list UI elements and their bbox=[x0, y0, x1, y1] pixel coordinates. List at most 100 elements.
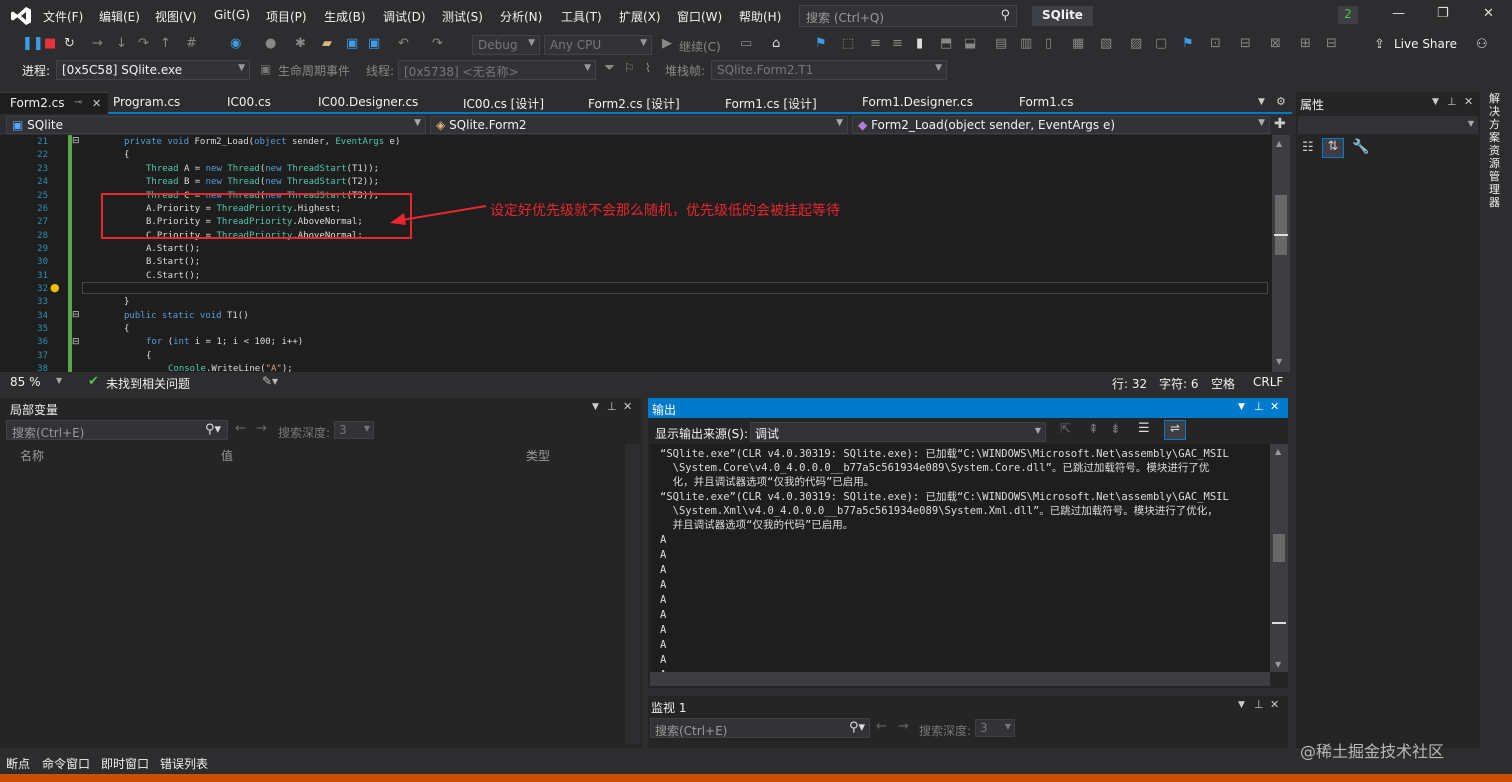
bookmark-icon[interactable]: ▮ bbox=[916, 36, 923, 51]
toolbar-item-icon[interactable]: ▧ bbox=[1100, 36, 1112, 51]
save-all-icon[interactable]: ▣ bbox=[368, 36, 380, 51]
comment-icon[interactable]: ▤ bbox=[995, 36, 1007, 51]
toolbar-item-icon[interactable]: ⊞ bbox=[1300, 36, 1311, 51]
line-indicator[interactable]: 行: 32 bbox=[1112, 375, 1147, 392]
menu-build[interactable]: 生成(B) bbox=[324, 8, 366, 25]
next-message-icon[interactable]: ⇟ bbox=[1110, 422, 1121, 437]
step-out-icon[interactable]: ↑ bbox=[160, 36, 171, 51]
word-wrap-icon[interactable]: ⇌ bbox=[1164, 420, 1186, 440]
indent-icon[interactable]: ≡ bbox=[870, 36, 881, 51]
tab-form1-cs[interactable]: Form1.cs bbox=[1019, 95, 1074, 109]
outdent-icon[interactable]: ≡ bbox=[892, 36, 903, 51]
clear-all-icon[interactable]: ☰ bbox=[1138, 421, 1150, 436]
bookmark-prev-icon[interactable]: ⬒ bbox=[940, 36, 952, 51]
output-vertical-scrollbar[interactable]: ▲ ▼ bbox=[1270, 444, 1288, 672]
stack-frame-select[interactable]: SQlite.Form2.T1 ▼ bbox=[711, 60, 947, 80]
close-icon[interactable]: ✕ bbox=[1270, 698, 1279, 711]
toolbar-item-icon[interactable]: ⊡ bbox=[1210, 36, 1221, 51]
tab-form1-design[interactable]: Form1.cs [设计] bbox=[725, 95, 817, 112]
open-file-icon[interactable]: ▰ bbox=[322, 36, 332, 51]
menu-git[interactable]: Git(G) bbox=[214, 8, 250, 22]
goto-location-icon[interactable]: ⇱ bbox=[1060, 422, 1071, 437]
live-share-button[interactable]: Live Share bbox=[1394, 37, 1457, 51]
code-editor[interactable]: 21 22 23 24 25 26 27 28 29 30 31 32 33 3… bbox=[0, 135, 1272, 372]
tab-ic00-cs[interactable]: IC00.cs bbox=[227, 95, 271, 109]
pin-icon[interactable]: ⊥ bbox=[1447, 95, 1457, 108]
tab-program-cs[interactable]: Program.cs bbox=[113, 95, 180, 109]
column-type[interactable]: 类型 bbox=[526, 447, 550, 464]
project-select[interactable]: ▣ SQlite ▼ bbox=[6, 116, 426, 134]
uncomment-icon[interactable]: ▥ bbox=[1020, 36, 1032, 51]
undo-icon[interactable]: ↶ bbox=[398, 36, 409, 51]
minimize-icon[interactable]: — bbox=[1392, 6, 1405, 21]
locals-search-input[interactable]: 搜索(Ctrl+E) ⚲▾ bbox=[6, 420, 228, 440]
collapse-icon[interactable]: ⊟ bbox=[72, 310, 80, 320]
watch-search-input[interactable]: 搜索(Ctrl+E) ⚲▾ bbox=[650, 718, 870, 738]
toolbar-item-icon[interactable]: ⊠ bbox=[1270, 36, 1281, 51]
toolbar-item-icon[interactable]: ▢ bbox=[1155, 36, 1167, 51]
menu-tools[interactable]: 工具(T) bbox=[561, 8, 602, 25]
editor-vertical-scrollbar[interactable]: ▲ ▼ bbox=[1272, 135, 1290, 372]
output-source-select[interactable]: 调试 ▼ bbox=[750, 422, 1046, 442]
whitespace-indicator[interactable]: 空格 bbox=[1211, 375, 1235, 392]
issues-status[interactable]: 未找到相关问题 bbox=[106, 375, 190, 392]
output-text-area[interactable]: “SQlite.exe”(CLR v4.0.30319: SQlite.exe)… bbox=[650, 444, 1270, 672]
line-ending-indicator[interactable]: CRLF bbox=[1253, 375, 1283, 389]
continue-label[interactable]: 继续(C) bbox=[679, 38, 721, 55]
scroll-up-icon[interactable]: ▲ bbox=[1275, 447, 1281, 456]
zoom-level[interactable]: 85 % bbox=[10, 375, 41, 389]
step-into-icon[interactable]: ↓ bbox=[116, 36, 127, 51]
toolbar-item-icon[interactable]: ▯ bbox=[1045, 36, 1052, 51]
menu-project[interactable]: 项目(P) bbox=[266, 8, 307, 25]
menu-window[interactable]: 窗口(W) bbox=[677, 8, 722, 25]
close-tab-icon[interactable]: ✕ bbox=[92, 97, 101, 110]
toolbar-item-icon[interactable]: ▨ bbox=[1130, 36, 1142, 51]
pause-icon[interactable]: ❚❚ bbox=[22, 36, 44, 51]
split-editor-icon[interactable]: ✚ bbox=[1274, 116, 1286, 132]
tab-immediate-window[interactable]: 即时窗口 bbox=[101, 755, 149, 772]
pin-icon[interactable]: ⊥ bbox=[1254, 698, 1264, 711]
brush-icon[interactable]: ✎▾ bbox=[262, 374, 278, 388]
toolbar-item-icon[interactable]: ⊟ bbox=[1326, 36, 1337, 51]
thread-icon[interactable]: ⌇ bbox=[645, 61, 651, 75]
chevron-down-icon[interactable]: ▼ bbox=[56, 376, 62, 385]
toolbar-item-icon[interactable]: ⬚ bbox=[842, 36, 854, 51]
scrollbar-thumb[interactable] bbox=[1275, 195, 1287, 255]
close-icon[interactable]: ✕ bbox=[623, 400, 632, 413]
search-forward-icon[interactable]: → bbox=[256, 421, 267, 436]
lightbulb-icon[interactable]: ● bbox=[50, 281, 60, 294]
chevron-down-icon[interactable]: ▼ bbox=[592, 402, 599, 412]
toolbar-item-icon[interactable]: ⊟ bbox=[1240, 36, 1251, 51]
menu-file[interactable]: 文件(F) bbox=[43, 8, 83, 25]
search-input[interactable]: 搜索 (Ctrl+Q) ⚲ bbox=[799, 5, 1017, 27]
bookmark-next-icon[interactable]: ⬓ bbox=[964, 36, 976, 51]
filter-icon[interactable]: ⏷ bbox=[604, 60, 615, 76]
menu-test[interactable]: 测试(S) bbox=[442, 8, 483, 25]
solution-platform-select[interactable]: Any CPU ▼ bbox=[544, 35, 652, 55]
folder-icon[interactable]: ▭ bbox=[740, 36, 752, 51]
search-back-icon[interactable]: ← bbox=[876, 719, 887, 734]
tab-error-list[interactable]: 错误列表 bbox=[160, 755, 208, 772]
tab-ic00-designer-cs[interactable]: IC00.Designer.cs bbox=[318, 95, 418, 109]
toolbar-item-icon[interactable]: ▦ bbox=[1072, 36, 1084, 51]
scroll-down-icon[interactable]: ▼ bbox=[1275, 660, 1281, 669]
menu-help[interactable]: 帮助(H) bbox=[739, 8, 781, 25]
pin-icon[interactable]: ⊥ bbox=[1254, 400, 1264, 413]
navigate-forward-icon[interactable]: ● bbox=[265, 36, 276, 51]
member-select[interactable]: ◆ Form2_Load(object sender, EventArgs e)… bbox=[852, 116, 1270, 134]
tab-breakpoints[interactable]: 断点 bbox=[6, 755, 30, 772]
solution-config-select[interactable]: Debug ▼ bbox=[472, 35, 540, 55]
save-icon[interactable]: ▣ bbox=[346, 36, 358, 51]
pin-icon[interactable]: ⊥ bbox=[607, 400, 617, 413]
lifecycle-icon[interactable]: ▣ bbox=[260, 62, 271, 76]
show-next-statement-icon[interactable]: → bbox=[92, 36, 103, 51]
search-forward-icon[interactable]: → bbox=[898, 719, 909, 734]
pin-icon[interactable]: ⊸ bbox=[74, 97, 82, 108]
tab-ic00-design[interactable]: IC00.cs [设计] bbox=[463, 95, 544, 112]
output-horizontal-scrollbar[interactable] bbox=[650, 672, 1270, 686]
settings-icon[interactable]: ⚙ bbox=[1276, 95, 1286, 108]
restore-icon[interactable]: ❐ bbox=[1437, 6, 1449, 21]
categorized-icon[interactable]: ☷ bbox=[1302, 140, 1314, 155]
restart-icon[interactable]: ↻ bbox=[64, 36, 75, 51]
scroll-up-icon[interactable]: ▲ bbox=[1276, 139, 1282, 148]
